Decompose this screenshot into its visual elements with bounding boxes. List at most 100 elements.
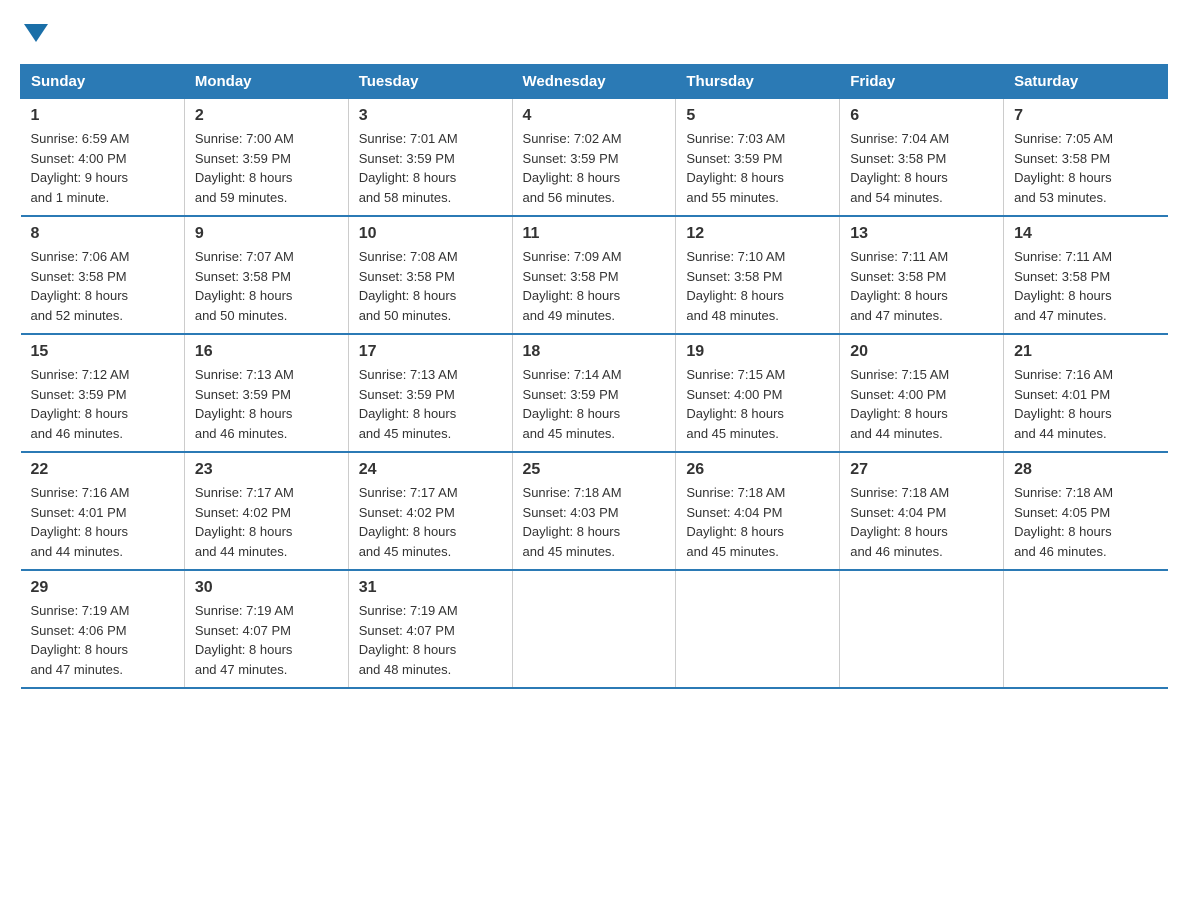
calendar-cell: 14 Sunrise: 7:11 AM Sunset: 3:58 PM Dayl… (1004, 216, 1168, 334)
day-number: 29 (31, 579, 174, 597)
weekday-header-sunday: Sunday (21, 65, 185, 99)
calendar-cell: 23 Sunrise: 7:17 AM Sunset: 4:02 PM Dayl… (184, 452, 348, 570)
day-number: 7 (1014, 107, 1157, 125)
calendar-cell: 22 Sunrise: 7:16 AM Sunset: 4:01 PM Dayl… (21, 452, 185, 570)
calendar-cell (676, 570, 840, 688)
day-number: 3 (359, 107, 502, 125)
day-number: 14 (1014, 225, 1157, 243)
day-number: 6 (850, 107, 993, 125)
weekday-header-friday: Friday (840, 65, 1004, 99)
day-info: Sunrise: 7:12 AM Sunset: 3:59 PM Dayligh… (31, 365, 174, 443)
calendar-cell: 5 Sunrise: 7:03 AM Sunset: 3:59 PM Dayli… (676, 99, 840, 217)
calendar-cell: 20 Sunrise: 7:15 AM Sunset: 4:00 PM Dayl… (840, 334, 1004, 452)
day-number: 26 (686, 461, 829, 479)
weekday-header-thursday: Thursday (676, 65, 840, 99)
calendar-cell: 2 Sunrise: 7:00 AM Sunset: 3:59 PM Dayli… (184, 99, 348, 217)
day-info: Sunrise: 7:15 AM Sunset: 4:00 PM Dayligh… (686, 365, 829, 443)
calendar-cell: 13 Sunrise: 7:11 AM Sunset: 3:58 PM Dayl… (840, 216, 1004, 334)
day-info: Sunrise: 7:03 AM Sunset: 3:59 PM Dayligh… (686, 129, 829, 207)
calendar-cell: 19 Sunrise: 7:15 AM Sunset: 4:00 PM Dayl… (676, 334, 840, 452)
day-info: Sunrise: 7:19 AM Sunset: 4:07 PM Dayligh… (359, 601, 502, 679)
calendar-cell: 17 Sunrise: 7:13 AM Sunset: 3:59 PM Dayl… (348, 334, 512, 452)
day-number: 20 (850, 343, 993, 361)
calendar-cell: 30 Sunrise: 7:19 AM Sunset: 4:07 PM Dayl… (184, 570, 348, 688)
day-info: Sunrise: 7:10 AM Sunset: 3:58 PM Dayligh… (686, 247, 829, 325)
calendar-cell: 11 Sunrise: 7:09 AM Sunset: 3:58 PM Dayl… (512, 216, 676, 334)
calendar-cell: 16 Sunrise: 7:13 AM Sunset: 3:59 PM Dayl… (184, 334, 348, 452)
day-info: Sunrise: 7:17 AM Sunset: 4:02 PM Dayligh… (359, 483, 502, 561)
day-number: 31 (359, 579, 502, 597)
day-number: 18 (523, 343, 666, 361)
calendar-cell: 25 Sunrise: 7:18 AM Sunset: 4:03 PM Dayl… (512, 452, 676, 570)
day-info: Sunrise: 7:07 AM Sunset: 3:58 PM Dayligh… (195, 247, 338, 325)
calendar-cell (512, 570, 676, 688)
day-number: 25 (523, 461, 666, 479)
day-number: 8 (31, 225, 174, 243)
day-info: Sunrise: 7:09 AM Sunset: 3:58 PM Dayligh… (523, 247, 666, 325)
logo (20, 20, 50, 44)
day-number: 10 (359, 225, 502, 243)
calendar-cell: 26 Sunrise: 7:18 AM Sunset: 4:04 PM Dayl… (676, 452, 840, 570)
weekday-header-monday: Monday (184, 65, 348, 99)
day-number: 16 (195, 343, 338, 361)
day-info: Sunrise: 7:00 AM Sunset: 3:59 PM Dayligh… (195, 129, 338, 207)
calendar-cell: 31 Sunrise: 7:19 AM Sunset: 4:07 PM Dayl… (348, 570, 512, 688)
day-number: 27 (850, 461, 993, 479)
day-info: Sunrise: 6:59 AM Sunset: 4:00 PM Dayligh… (31, 129, 174, 207)
day-info: Sunrise: 7:06 AM Sunset: 3:58 PM Dayligh… (31, 247, 174, 325)
weekday-header-wednesday: Wednesday (512, 65, 676, 99)
day-number: 19 (686, 343, 829, 361)
calendar-cell (840, 570, 1004, 688)
day-number: 17 (359, 343, 502, 361)
calendar-cell: 6 Sunrise: 7:04 AM Sunset: 3:58 PM Dayli… (840, 99, 1004, 217)
weekday-header-row: SundayMondayTuesdayWednesdayThursdayFrid… (21, 65, 1168, 99)
day-info: Sunrise: 7:19 AM Sunset: 4:07 PM Dayligh… (195, 601, 338, 679)
day-number: 2 (195, 107, 338, 125)
day-number: 11 (523, 225, 666, 243)
day-info: Sunrise: 7:13 AM Sunset: 3:59 PM Dayligh… (195, 365, 338, 443)
day-info: Sunrise: 7:16 AM Sunset: 4:01 PM Dayligh… (31, 483, 174, 561)
calendar-cell: 9 Sunrise: 7:07 AM Sunset: 3:58 PM Dayli… (184, 216, 348, 334)
day-number: 22 (31, 461, 174, 479)
day-number: 21 (1014, 343, 1157, 361)
day-info: Sunrise: 7:14 AM Sunset: 3:59 PM Dayligh… (523, 365, 666, 443)
weekday-header-tuesday: Tuesday (348, 65, 512, 99)
week-row-2: 8 Sunrise: 7:06 AM Sunset: 3:58 PM Dayli… (21, 216, 1168, 334)
calendar-cell: 4 Sunrise: 7:02 AM Sunset: 3:59 PM Dayli… (512, 99, 676, 217)
day-info: Sunrise: 7:18 AM Sunset: 4:04 PM Dayligh… (686, 483, 829, 561)
day-number: 1 (31, 107, 174, 125)
day-number: 5 (686, 107, 829, 125)
day-info: Sunrise: 7:16 AM Sunset: 4:01 PM Dayligh… (1014, 365, 1157, 443)
day-info: Sunrise: 7:04 AM Sunset: 3:58 PM Dayligh… (850, 129, 993, 207)
day-number: 15 (31, 343, 174, 361)
calendar-cell: 24 Sunrise: 7:17 AM Sunset: 4:02 PM Dayl… (348, 452, 512, 570)
calendar-cell: 21 Sunrise: 7:16 AM Sunset: 4:01 PM Dayl… (1004, 334, 1168, 452)
day-number: 30 (195, 579, 338, 597)
day-number: 13 (850, 225, 993, 243)
calendar-cell: 1 Sunrise: 6:59 AM Sunset: 4:00 PM Dayli… (21, 99, 185, 217)
day-number: 28 (1014, 461, 1157, 479)
calendar-cell: 8 Sunrise: 7:06 AM Sunset: 3:58 PM Dayli… (21, 216, 185, 334)
day-info: Sunrise: 7:17 AM Sunset: 4:02 PM Dayligh… (195, 483, 338, 561)
calendar-cell: 15 Sunrise: 7:12 AM Sunset: 3:59 PM Dayl… (21, 334, 185, 452)
week-row-4: 22 Sunrise: 7:16 AM Sunset: 4:01 PM Dayl… (21, 452, 1168, 570)
day-number: 23 (195, 461, 338, 479)
week-row-1: 1 Sunrise: 6:59 AM Sunset: 4:00 PM Dayli… (21, 99, 1168, 217)
day-info: Sunrise: 7:11 AM Sunset: 3:58 PM Dayligh… (850, 247, 993, 325)
calendar-cell: 27 Sunrise: 7:18 AM Sunset: 4:04 PM Dayl… (840, 452, 1004, 570)
week-row-5: 29 Sunrise: 7:19 AM Sunset: 4:06 PM Dayl… (21, 570, 1168, 688)
calendar-cell: 28 Sunrise: 7:18 AM Sunset: 4:05 PM Dayl… (1004, 452, 1168, 570)
calendar-table: SundayMondayTuesdayWednesdayThursdayFrid… (20, 64, 1168, 689)
day-info: Sunrise: 7:05 AM Sunset: 3:58 PM Dayligh… (1014, 129, 1157, 207)
day-number: 24 (359, 461, 502, 479)
day-info: Sunrise: 7:13 AM Sunset: 3:59 PM Dayligh… (359, 365, 502, 443)
day-info: Sunrise: 7:18 AM Sunset: 4:03 PM Dayligh… (523, 483, 666, 561)
day-info: Sunrise: 7:15 AM Sunset: 4:00 PM Dayligh… (850, 365, 993, 443)
weekday-header-saturday: Saturday (1004, 65, 1168, 99)
calendar-cell: 29 Sunrise: 7:19 AM Sunset: 4:06 PM Dayl… (21, 570, 185, 688)
day-info: Sunrise: 7:18 AM Sunset: 4:05 PM Dayligh… (1014, 483, 1157, 561)
day-number: 4 (523, 107, 666, 125)
day-info: Sunrise: 7:08 AM Sunset: 3:58 PM Dayligh… (359, 247, 502, 325)
calendar-cell: 10 Sunrise: 7:08 AM Sunset: 3:58 PM Dayl… (348, 216, 512, 334)
day-info: Sunrise: 7:02 AM Sunset: 3:59 PM Dayligh… (523, 129, 666, 207)
